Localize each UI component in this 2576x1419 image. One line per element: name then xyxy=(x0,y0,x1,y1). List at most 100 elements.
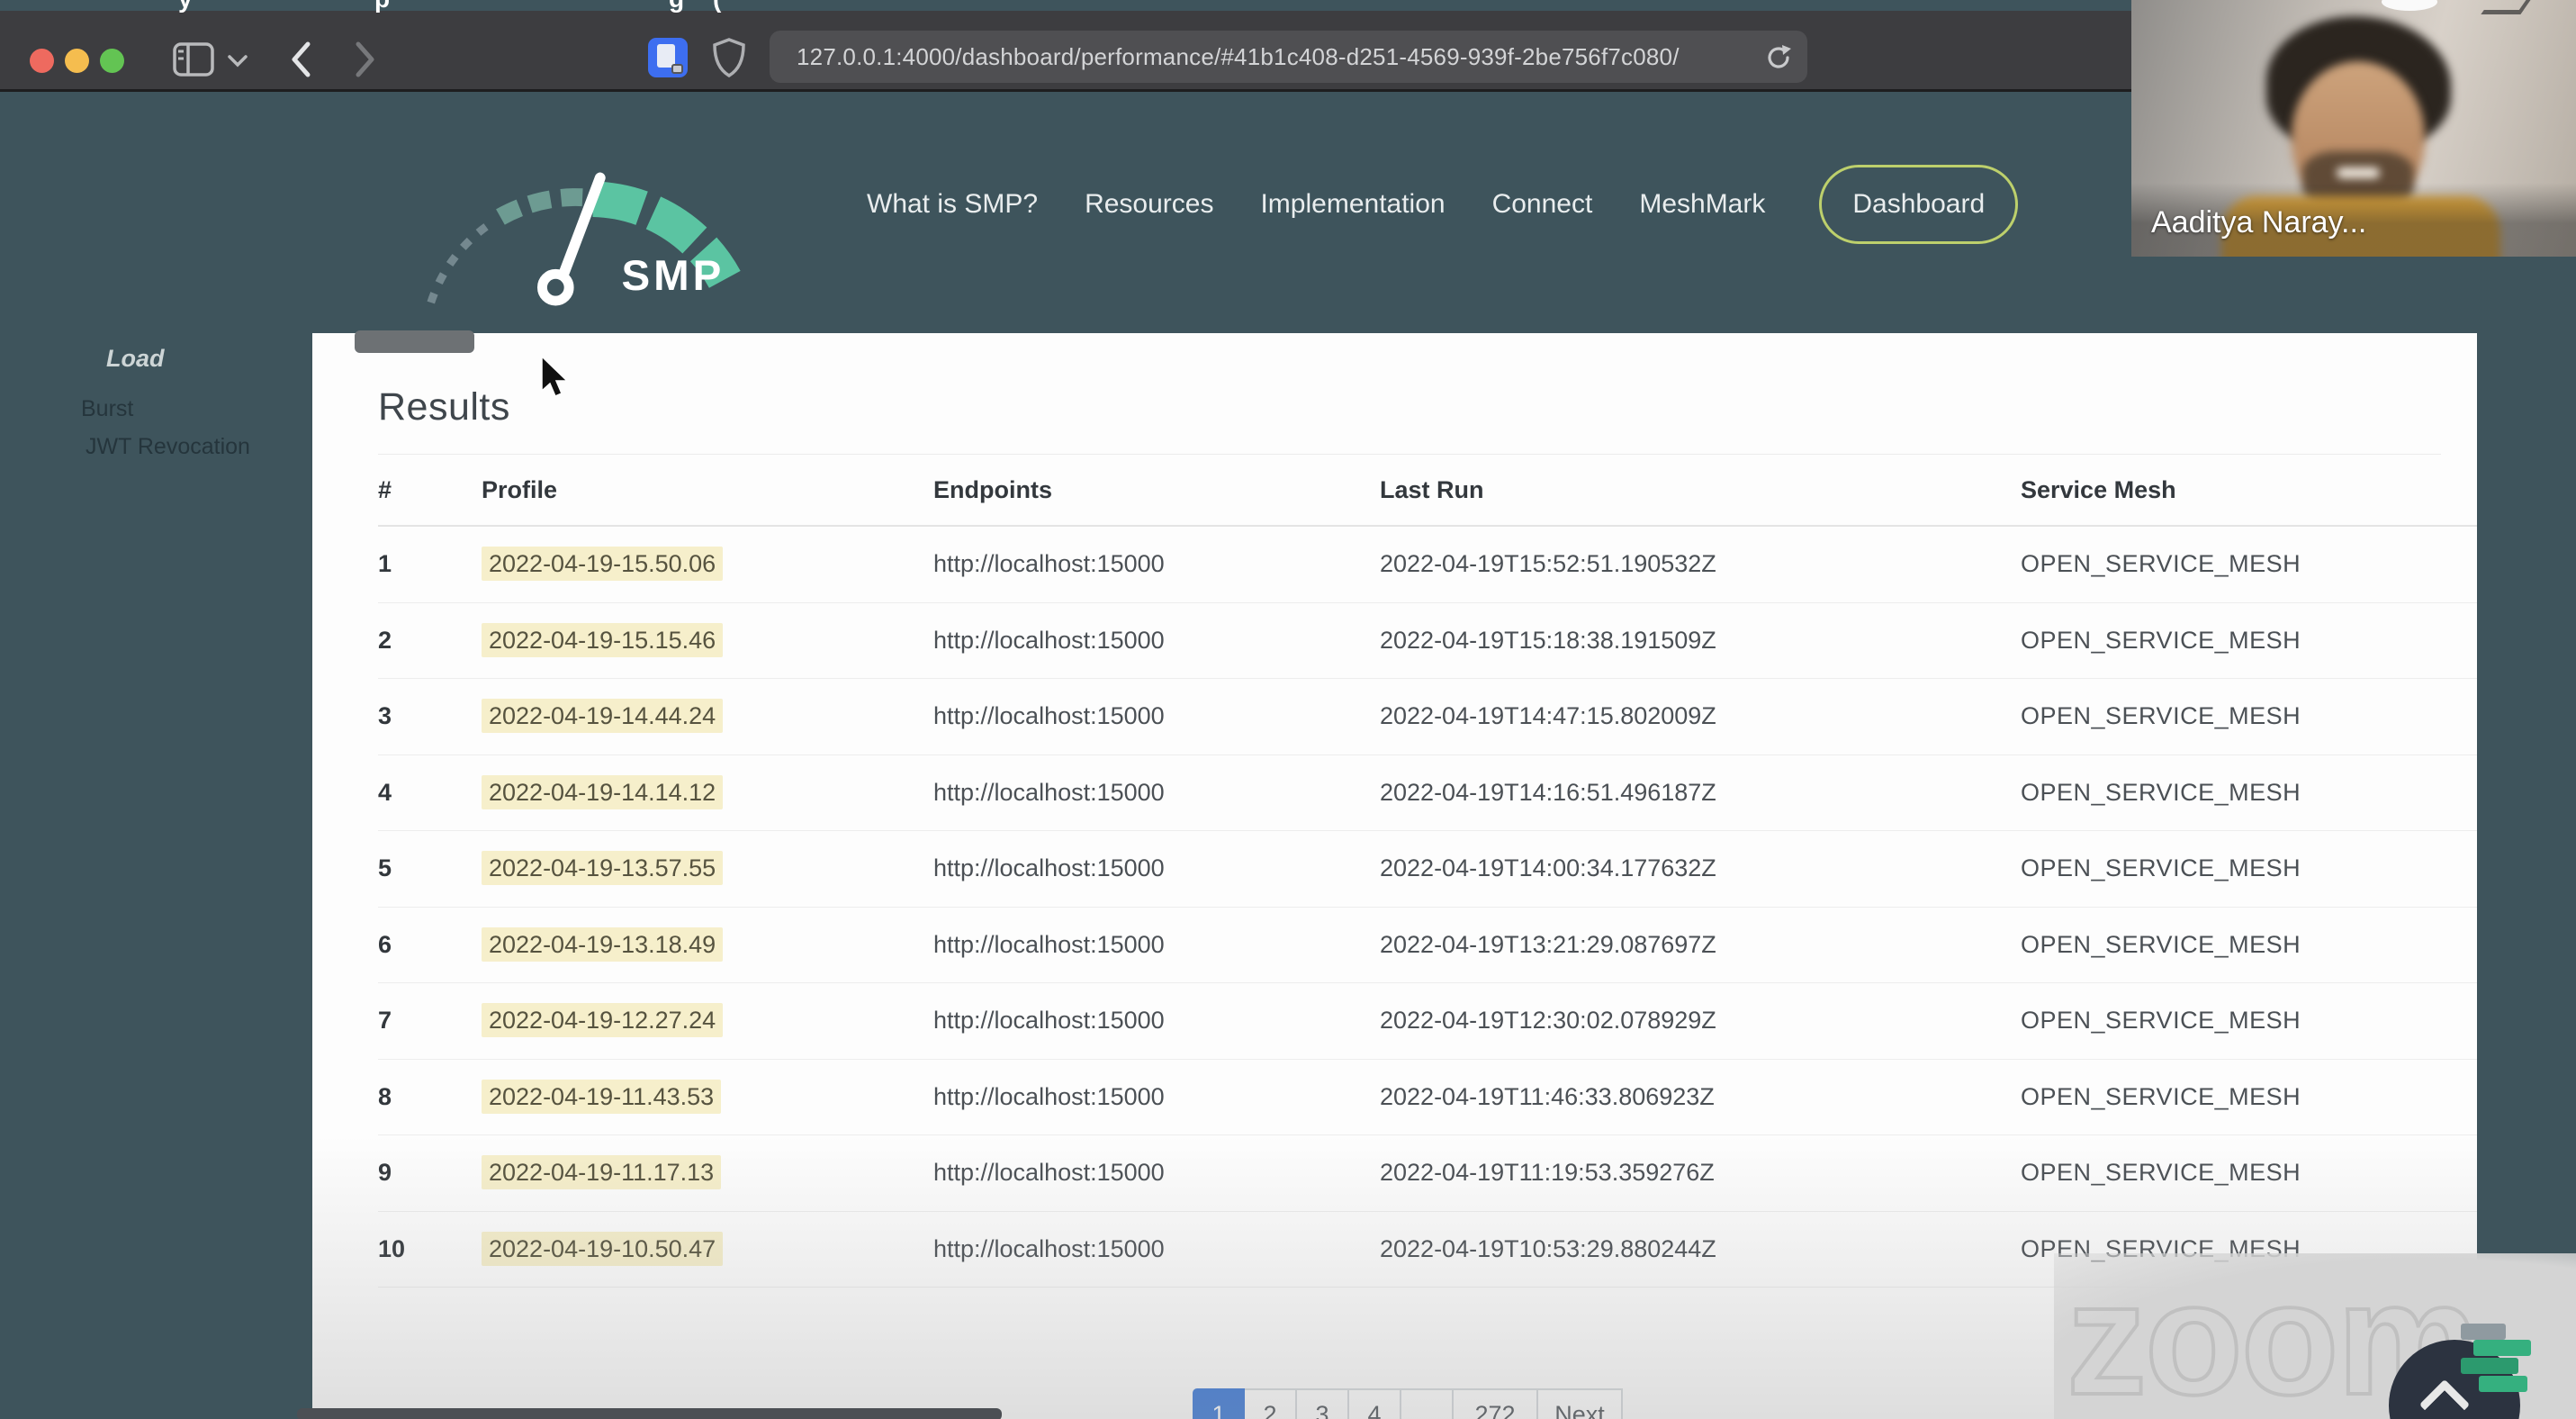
page-3-button[interactable]: 3 xyxy=(1297,1388,1349,1419)
sidebar-toggle-icon[interactable] xyxy=(173,42,214,77)
url-text: 127.0.0.1:4000/dashboard/performance/#41… xyxy=(797,42,1680,70)
pagination: 1 2 3 4 … 272 Next xyxy=(1193,1388,1623,1419)
lastrun-cell: 2022-04-19T13:21:29.087697Z xyxy=(1380,930,1716,958)
lastrun-cell: 2022-04-19T10:53:29.880244Z xyxy=(1380,1234,1716,1262)
table-row[interactable]: 1 2022-04-19-15.50.06 http://localhost:1… xyxy=(378,527,2477,603)
reload-icon[interactable] xyxy=(1764,43,1793,72)
title-fragment: y xyxy=(178,0,193,14)
lastrun-cell: 2022-04-19T12:30:02.078929Z xyxy=(1380,1007,1716,1035)
page-2-button[interactable]: 2 xyxy=(1245,1388,1297,1419)
results-title: Results xyxy=(378,385,510,429)
endpoint-cell: http://localhost:15000 xyxy=(933,550,1165,578)
layer5-icon xyxy=(2461,1324,2506,1340)
profile-cell[interactable]: 2022-04-19-13.18.49 xyxy=(482,926,724,962)
nav-meshmark[interactable]: MeshMark xyxy=(1639,189,1765,220)
layer5-icon xyxy=(2473,1340,2531,1356)
nav-implementation[interactable]: Implementation xyxy=(1260,189,1445,220)
endpoint-cell: http://localhost:15000 xyxy=(933,702,1165,730)
chevron-down-icon[interactable] xyxy=(227,54,248,68)
table-header-row: # Profile Endpoints Last Run Service Mes… xyxy=(378,455,2477,527)
endpoint-cell: http://localhost:15000 xyxy=(933,1007,1165,1035)
nav-what-is-smp[interactable]: What is SMP? xyxy=(867,189,1038,220)
page-ellipsis[interactable]: … xyxy=(1401,1388,1454,1419)
profile-cell[interactable]: 2022-04-19-11.43.53 xyxy=(482,1079,722,1114)
page-next-button[interactable]: Next xyxy=(1538,1388,1623,1419)
profile-cell[interactable]: 2022-04-19-14.44.24 xyxy=(482,699,724,734)
table-row[interactable]: 3 2022-04-19-14.44.24 http://localhost:1… xyxy=(378,679,2477,755)
row-num: 1 xyxy=(378,550,392,578)
col-header-lastrun: Last Run xyxy=(1380,475,1484,503)
row-num: 3 xyxy=(378,702,392,730)
endpoint-cell: http://localhost:15000 xyxy=(933,1234,1165,1262)
profile-cell[interactable]: 2022-04-19-12.27.24 xyxy=(482,1003,724,1038)
col-header-profile: Profile xyxy=(482,475,558,503)
chevron-up-icon xyxy=(2418,1378,2471,1419)
participant-name: Aaditya Naray... xyxy=(2151,205,2367,240)
mesh-cell: OPEN_SERVICE_MESH xyxy=(2021,626,2301,654)
layer5-icon xyxy=(2479,1376,2527,1392)
col-header-num: # xyxy=(378,475,392,503)
mesh-cell: OPEN_SERVICE_MESH xyxy=(2021,1082,2301,1110)
title-fragment: g xyxy=(669,0,684,14)
endpoint-cell: http://localhost:15000 xyxy=(933,778,1165,806)
mesh-cell: OPEN_SERVICE_MESH xyxy=(2021,930,2301,958)
table-row[interactable]: 7 2022-04-19-12.27.24 http://localhost:1… xyxy=(378,983,2477,1060)
watermark-zone: zoom xyxy=(2054,1247,2576,1419)
row-num: 4 xyxy=(378,778,392,806)
lastrun-cell: 2022-04-19T11:19:53.359276Z xyxy=(1380,1159,1715,1187)
nav-dashboard[interactable]: Dashboard xyxy=(1819,165,2019,244)
logo-text: SMP xyxy=(621,252,725,300)
shield-icon[interactable] xyxy=(711,37,747,78)
profile-cell[interactable]: 2022-04-19-14.14.12 xyxy=(482,774,724,809)
card-top-tab[interactable] xyxy=(355,330,474,353)
camera-overlay-shape xyxy=(2382,0,2437,11)
row-num: 8 xyxy=(378,1082,392,1110)
table-row[interactable]: 6 2022-04-19-13.18.49 http://localhost:1… xyxy=(378,908,2477,983)
row-num: 6 xyxy=(378,930,392,958)
endpoint-cell: http://localhost:15000 xyxy=(933,626,1165,654)
mesh-cell: OPEN_SERVICE_MESH xyxy=(2021,550,2301,578)
mesh-cell: OPEN_SERVICE_MESH xyxy=(2021,778,2301,806)
extension-icon[interactable] xyxy=(648,38,688,77)
back-icon[interactable] xyxy=(288,41,313,78)
nav-resources[interactable]: Resources xyxy=(1085,189,1213,220)
lastrun-cell: 2022-04-19T11:46:33.806923Z xyxy=(1380,1082,1715,1110)
sidebar-item-jwt-revocation[interactable]: JWT Revocation xyxy=(86,434,250,460)
nav-connect[interactable]: Connect xyxy=(1492,189,1593,220)
table-row[interactable]: 2 2022-04-19-15.15.46 http://localhost:1… xyxy=(378,603,2477,679)
endpoint-cell: http://localhost:15000 xyxy=(933,930,1165,958)
lastrun-cell: 2022-04-19T14:16:51.496187Z xyxy=(1380,778,1716,806)
lastrun-cell: 2022-04-19T15:52:51.190532Z xyxy=(1380,550,1716,578)
profile-cell[interactable]: 2022-04-19-11.17.13 xyxy=(482,1155,722,1190)
table-row[interactable]: 5 2022-04-19-13.57.55 http://localhost:1… xyxy=(378,831,2477,908)
table-row[interactable]: 4 2022-04-19-14.14.12 http://localhost:1… xyxy=(378,755,2477,831)
url-bar[interactable]: 127.0.0.1:4000/dashboard/performance/#41… xyxy=(770,31,1807,83)
profile-cell[interactable]: 2022-04-19-15.15.46 xyxy=(482,622,724,657)
forward-icon[interactable] xyxy=(353,41,378,78)
smp-gauge-logo: SMP xyxy=(427,172,741,306)
main-nav: What is SMP? Resources Implementation Co… xyxy=(867,165,2019,244)
row-num: 5 xyxy=(378,854,392,882)
mesh-cell: OPEN_SERVICE_MESH xyxy=(2021,1159,2301,1187)
mesh-cell: OPEN_SERVICE_MESH xyxy=(2021,702,2301,730)
horizontal-scrollbar-thumb[interactable] xyxy=(297,1408,1002,1419)
title-fragment: ( xyxy=(713,0,721,14)
profile-cell[interactable]: 2022-04-19-10.50.47 xyxy=(482,1231,724,1266)
profile-cell[interactable]: 2022-04-19-13.57.55 xyxy=(482,851,724,886)
table-row[interactable]: 9 2022-04-19-11.17.13 http://localhost:1… xyxy=(378,1135,2477,1212)
webcam-video: Aaditya Naray... xyxy=(2131,0,2576,257)
table-row[interactable]: 8 2022-04-19-11.43.53 http://localhost:1… xyxy=(378,1060,2477,1135)
zoom-window-button[interactable] xyxy=(100,49,124,73)
page-272-button[interactable]: 272 xyxy=(1454,1388,1538,1419)
endpoint-cell: http://localhost:15000 xyxy=(933,854,1165,882)
page-1-button[interactable]: 1 xyxy=(1193,1388,1245,1419)
minimize-window-button[interactable] xyxy=(65,49,89,73)
profile-cell[interactable]: 2022-04-19-15.50.06 xyxy=(482,547,724,582)
sidebar-item-load[interactable]: Load xyxy=(106,345,165,373)
zoom-video-frame: y p g ( 127.0.0.1:4000/dashboard/pe xyxy=(0,0,2576,1419)
participant-smile xyxy=(2337,167,2380,178)
page-4-button[interactable]: 4 xyxy=(1349,1388,1401,1419)
sidebar-item-burst[interactable]: Burst xyxy=(81,396,133,422)
close-window-button[interactable] xyxy=(30,49,54,73)
lastrun-cell: 2022-04-19T14:00:34.177632Z xyxy=(1380,854,1716,882)
